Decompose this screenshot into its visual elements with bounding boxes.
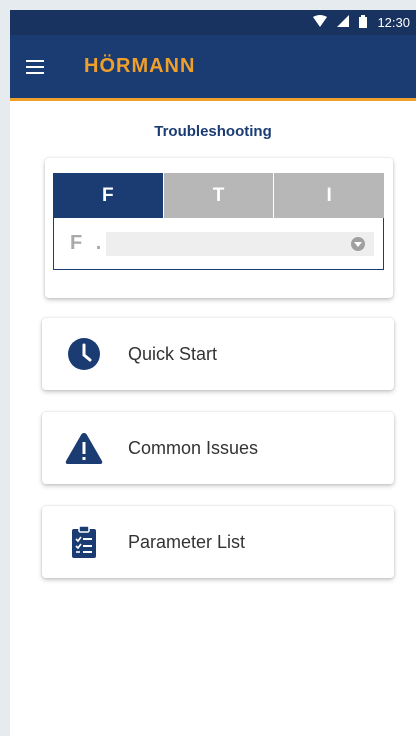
- status-bar: 12:30: [10, 10, 416, 35]
- wifi-icon: [313, 15, 328, 30]
- warning-icon: [64, 428, 104, 468]
- code-input-container: F .: [53, 218, 384, 270]
- signal-icon: [337, 15, 350, 30]
- clock-icon: [64, 334, 104, 374]
- hamburger-icon-line: [26, 71, 44, 74]
- parameter-list-label: Parameter List: [128, 531, 246, 552]
- clipboard-icon: [64, 522, 104, 562]
- brand-logo: HÖRMANN: [84, 55, 196, 77]
- code-type-tabs: F T I: [53, 173, 385, 218]
- quick-start-label: Quick Start: [128, 343, 218, 364]
- code-prefix: F .: [70, 232, 106, 254]
- app-screen: 12:30 HÖRMANN Troubleshooting F T I F .: [10, 10, 416, 736]
- hamburger-icon-line: [26, 59, 44, 62]
- error-code-card: F T I F .: [45, 158, 393, 298]
- tab-f[interactable]: F: [53, 173, 163, 218]
- common-issues-button[interactable]: Common Issues: [42, 412, 394, 484]
- quick-start-button[interactable]: Quick Start: [42, 318, 394, 390]
- battery-icon: [359, 14, 368, 31]
- menu-button[interactable]: [26, 47, 66, 87]
- tab-i[interactable]: I: [273, 173, 385, 218]
- dropdown-icon[interactable]: [351, 237, 365, 251]
- status-time: 12:30: [377, 15, 410, 30]
- page-title: Troubleshooting: [154, 123, 272, 140]
- common-issues-label: Common Issues: [128, 437, 259, 458]
- hamburger-icon-line: [26, 65, 44, 68]
- tab-t[interactable]: T: [162, 173, 274, 218]
- error-code-input[interactable]: [106, 232, 374, 256]
- app-bar: HÖRMANN: [10, 35, 416, 101]
- parameter-list-button[interactable]: Parameter List: [42, 506, 394, 578]
